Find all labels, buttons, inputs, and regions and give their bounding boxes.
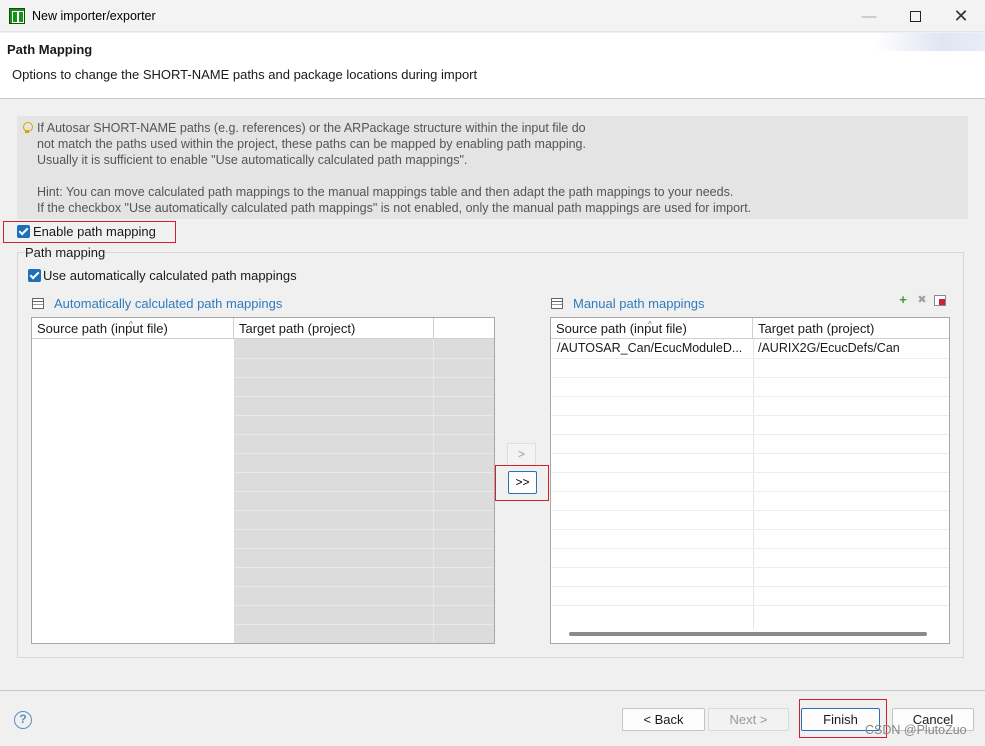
lightbulb-icon	[23, 122, 33, 133]
row-line	[234, 548, 494, 549]
row-line	[234, 491, 494, 492]
row-line	[234, 434, 494, 435]
manual-mappings-table[interactable]: Source path (input file) ^ Target path (p…	[550, 317, 950, 644]
row-line	[551, 567, 949, 568]
group-title: Path mapping	[25, 245, 106, 260]
watermark: CSDN @PlutoZuo	[865, 723, 967, 737]
table-header: Source path (input file) ^ Target path (p…	[551, 318, 949, 339]
column-header-label: Source path (input file)	[37, 321, 168, 336]
add-icon[interactable]: +	[897, 293, 909, 306]
row-line	[234, 586, 494, 587]
row-line	[234, 605, 494, 606]
use-auto-mappings-label[interactable]: Use automatically calculated path mappin…	[43, 268, 297, 283]
row-line	[551, 548, 949, 549]
highlight-box	[495, 465, 549, 501]
info-box: If Autosar SHORT-NAME paths (e.g. refere…	[17, 116, 968, 219]
row-line	[234, 377, 494, 378]
row-line	[551, 434, 949, 435]
footer-separator	[0, 690, 985, 691]
auto-mappings-table[interactable]: Source path (input file) ^ Target path (p…	[31, 317, 495, 644]
next-button[interactable]: Next >	[708, 708, 789, 731]
row-line	[234, 358, 494, 359]
row-line	[551, 377, 949, 378]
row-line	[234, 567, 494, 568]
row-line	[551, 415, 949, 416]
remove-icon[interactable]: ✖	[916, 294, 928, 306]
row-line	[551, 358, 949, 359]
page-title: Path Mapping	[7, 42, 93, 57]
column-header-target[interactable]: Target path (project)	[234, 318, 434, 339]
info-line: not match the paths used within the proj…	[37, 137, 586, 151]
row-line	[551, 491, 949, 492]
row-line	[551, 586, 949, 587]
auto-mappings-title: Automatically calculated path mappings	[54, 296, 283, 311]
row-line	[234, 624, 494, 625]
column-header-source[interactable]: Source path (input file) ^	[551, 318, 753, 339]
row-line	[551, 510, 949, 511]
row-line	[551, 605, 949, 606]
column-header-source[interactable]: Source path (input file) ^	[32, 318, 234, 339]
maximize-icon	[909, 10, 921, 22]
row-line	[551, 472, 949, 473]
column-header-target[interactable]: Target path (project)	[753, 318, 949, 339]
row-line	[551, 396, 949, 397]
manual-row-source[interactable]: /AUTOSAR_Can/EcucModuleD...	[557, 341, 749, 355]
minimize-button[interactable]: —	[846, 0, 892, 32]
row-line	[551, 529, 949, 530]
row-line	[234, 529, 494, 530]
row-line	[234, 453, 494, 454]
help-icon[interactable]: ?	[14, 711, 32, 729]
row-line	[551, 453, 949, 454]
highlight-box	[3, 221, 176, 243]
info-line: If the checkbox "Use automatically calcu…	[37, 201, 752, 215]
wizard-header: Path Mapping Options to change the SHORT…	[0, 33, 985, 99]
row-line	[234, 472, 494, 473]
manual-mappings-title: Manual path mappings	[573, 296, 705, 311]
row-line	[234, 396, 494, 397]
window-title: New importer/exporter	[32, 9, 156, 23]
row-line	[234, 510, 494, 511]
app-icon	[9, 8, 25, 24]
table-icon	[551, 298, 563, 309]
sort-caret-icon: ^	[648, 320, 652, 329]
use-auto-mappings-checkbox[interactable]	[28, 269, 41, 282]
row-line	[234, 415, 494, 416]
column-header-label: Source path (input file)	[556, 321, 687, 336]
sort-caret-icon: ^	[129, 320, 133, 329]
manual-row-target[interactable]: /AURIX2G/EcucDefs/Can	[758, 341, 948, 355]
info-line: Usually it is sufficient to enable "Use …	[37, 153, 468, 167]
remove-all-icon[interactable]	[934, 295, 946, 306]
title-bar: New importer/exporter — ✕	[0, 0, 985, 32]
remove-all-glyph	[939, 299, 945, 305]
page-description: Options to change the SHORT-NAME paths a…	[12, 67, 478, 82]
column-header-extra[interactable]	[434, 318, 494, 339]
table-header: Source path (input file) ^ Target path (p…	[32, 318, 494, 339]
move-selected-button[interactable]: >	[507, 443, 536, 466]
info-line-blank	[37, 168, 968, 184]
maximize-button[interactable]	[892, 0, 938, 32]
horizontal-scrollbar[interactable]	[569, 632, 927, 636]
table-icon	[32, 298, 44, 309]
info-line: If Autosar SHORT-NAME paths (e.g. refere…	[37, 121, 586, 135]
header-banner	[875, 33, 985, 51]
info-line: Hint: You can move calculated path mappi…	[37, 185, 734, 199]
back-button[interactable]: < Back	[622, 708, 705, 731]
close-button[interactable]: ✕	[938, 0, 984, 32]
